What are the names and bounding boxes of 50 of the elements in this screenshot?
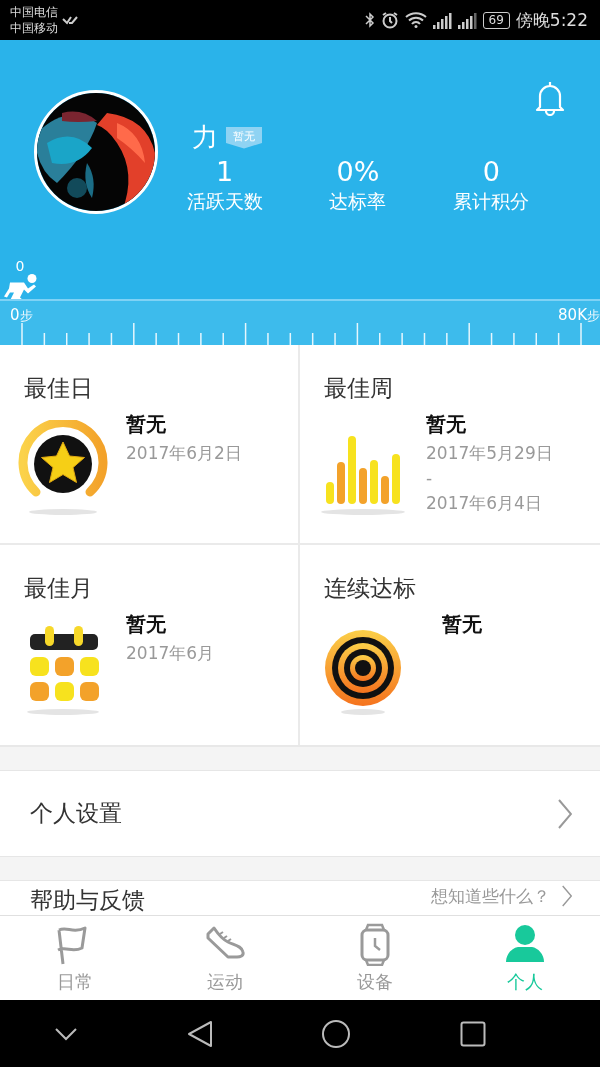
signal-icon: [432, 11, 452, 29]
chevron-right-icon: [558, 798, 572, 829]
record-value: 暂无: [442, 611, 482, 638]
nav-tab[interactable]: 个人: [450, 916, 600, 1000]
recents-icon[interactable]: [459, 1020, 486, 1047]
record-date: 2017年6月: [126, 642, 215, 665]
user-name: 力: [192, 121, 218, 154]
wifi-icon: [404, 12, 427, 28]
record-value: 暂无: [426, 411, 467, 438]
home-icon[interactable]: [321, 1018, 352, 1049]
scale-start-label: 0步: [10, 306, 33, 325]
signal-icon: [457, 11, 477, 29]
check-icon: [62, 15, 78, 25]
card-title: 最佳日: [24, 374, 94, 403]
level-badge: 暂无: [226, 126, 262, 149]
nav-tab[interactable]: 设备: [300, 916, 450, 1000]
record-date: 2017年6月2日: [126, 442, 242, 465]
stat-value: 0: [482, 155, 500, 189]
record-value: 暂无: [126, 611, 167, 638]
record-date: -: [426, 467, 434, 490]
stat-label: 累计积分: [453, 189, 530, 214]
stat-value: 0%: [336, 155, 380, 189]
menu-hint: 想知道些什么？: [431, 885, 550, 908]
gauge-star-icon: [18, 420, 108, 516]
clock-time: 傍晚5:22: [515, 8, 588, 32]
carrier-name: 中国移动: [10, 20, 58, 36]
card-title: 连续达标: [324, 574, 417, 603]
chevron-down-icon[interactable]: [54, 1026, 79, 1041]
stat-label: 达标率: [329, 189, 387, 214]
menu-row[interactable]: 个人设置: [0, 770, 600, 857]
back-icon[interactable]: [186, 1019, 213, 1048]
carrier-name: 中国电信: [10, 4, 58, 20]
nav-tab[interactable]: 日常: [0, 916, 150, 1000]
record-date: 2017年5月29日: [426, 442, 553, 465]
bluetooth-icon: [364, 12, 375, 28]
record-date: 2017年6月4日: [426, 492, 543, 515]
menu-label: 帮助与反馈: [30, 886, 146, 915]
alarm-icon: [380, 11, 399, 29]
step-count: 0: [14, 258, 26, 274]
menu-label: 个人设置: [30, 799, 123, 828]
chevron-right-icon: [562, 885, 572, 907]
stat-label: 活跃天数: [186, 189, 263, 214]
card-title: 最佳月: [24, 574, 94, 603]
nav-tab[interactable]: 运动: [150, 916, 300, 1000]
battery-level: 69: [482, 11, 510, 29]
scale-end-label: 80K步: [558, 306, 600, 325]
record-value: 暂无: [126, 411, 167, 438]
stat-value: 1: [216, 155, 234, 189]
card-title: 最佳周: [324, 374, 394, 403]
menu-row[interactable]: 帮助与反馈 想知道些什么？: [0, 880, 600, 915]
